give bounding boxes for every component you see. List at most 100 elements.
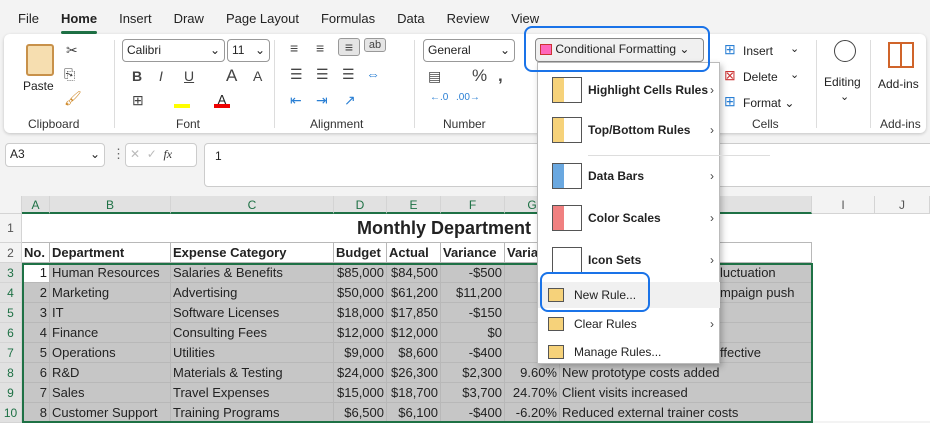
copy-icon[interactable]: ⎘: [64, 66, 75, 83]
table-cell[interactable]: $12,000: [387, 323, 441, 343]
row-header-6[interactable]: 6: [0, 323, 22, 343]
font-name-dropdown[interactable]: Calibri ⌄: [122, 39, 225, 62]
table-cell[interactable]: $26,300: [387, 363, 441, 383]
table-cell[interactable]: Human Resources: [50, 263, 171, 283]
add-ins-button[interactable]: Add-ins: [878, 77, 919, 91]
table-cell[interactable]: Operations: [50, 343, 171, 363]
table-cell[interactable]: -6.20%: [505, 403, 560, 423]
tab-insert[interactable]: Insert: [119, 7, 152, 30]
column-header-E[interactable]: E: [387, 196, 441, 214]
table-cell[interactable]: $9,000: [334, 343, 387, 363]
table-cell[interactable]: 3: [22, 303, 50, 323]
table-cell[interactable]: $18,700: [387, 383, 441, 403]
table-cell[interactable]: 6: [22, 363, 50, 383]
paste-icon[interactable]: [26, 44, 54, 76]
table-cell[interactable]: 4: [22, 323, 50, 343]
wrap-text-icon[interactable]: ab: [364, 38, 386, 52]
header-cell[interactable]: Budget: [334, 243, 387, 263]
table-cell[interactable]: 9.60%: [505, 363, 560, 383]
table-cell[interactable]: 7: [22, 383, 50, 403]
table-cell[interactable]: Reduced external trainer costs: [560, 403, 812, 423]
table-cell[interactable]: Travel Expenses: [171, 383, 334, 403]
insert-function-icon[interactable]: fx: [163, 147, 172, 161]
menu-item-data-bars[interactable]: Data Bars ›: [538, 161, 720, 191]
align-middle-icon[interactable]: ≡: [316, 40, 324, 56]
shrink-font-icon[interactable]: A: [253, 68, 262, 84]
align-bottom-icon[interactable]: ≡: [338, 38, 360, 56]
editing-button[interactable]: Editing: [824, 75, 861, 89]
underline-icon[interactable]: U: [184, 68, 194, 84]
table-cell[interactable]: 1: [22, 263, 50, 283]
table-cell[interactable]: IT: [50, 303, 171, 323]
table-cell[interactable]: Consulting Fees: [171, 323, 334, 343]
align-right-icon[interactable]: ☰: [342, 66, 355, 83]
table-cell[interactable]: Software Licenses: [171, 303, 334, 323]
column-header-J[interactable]: J: [875, 196, 930, 214]
paste-button[interactable]: Paste: [23, 79, 54, 93]
table-cell[interactable]: $0: [441, 323, 505, 343]
column-header-A[interactable]: A: [22, 196, 50, 214]
table-cell[interactable]: $85,000: [334, 263, 387, 283]
row-header-2[interactable]: 2: [0, 243, 22, 263]
decrease-decimal-icon[interactable]: .00→: [456, 92, 480, 103]
tab-page-layout[interactable]: Page Layout: [226, 7, 299, 30]
table-cell[interactable]: $84,500: [387, 263, 441, 283]
table-cell[interactable]: 24.70%: [505, 383, 560, 403]
tab-home[interactable]: Home: [60, 7, 98, 34]
menu-item-top-bottom-rules[interactable]: Top/Bottom Rules ›: [538, 115, 720, 145]
table-cell[interactable]: Finance: [50, 323, 171, 343]
editing-search-icon[interactable]: [834, 40, 856, 62]
increase-decimal-icon[interactable]: ←.0: [430, 92, 448, 103]
table-cell[interactable]: $50,000: [334, 283, 387, 303]
tab-formulas[interactable]: Formulas: [321, 7, 375, 30]
font-color-icon[interactable]: A: [214, 92, 230, 108]
header-cell[interactable]: Expense Category: [171, 243, 334, 263]
tab-review[interactable]: Review: [447, 7, 490, 30]
fill-color-icon[interactable]: [174, 92, 190, 108]
table-cell[interactable]: $18,000: [334, 303, 387, 323]
table-cell[interactable]: Marketing: [50, 283, 171, 303]
font-size-dropdown[interactable]: 11 ⌄: [227, 39, 270, 62]
table-cell[interactable]: $11,200: [441, 283, 505, 303]
table-cell[interactable]: Materials & Testing: [171, 363, 334, 383]
row-header-4[interactable]: 4: [0, 283, 22, 303]
tab-draw[interactable]: Draw: [174, 7, 204, 30]
header-cell[interactable]: Department: [50, 243, 171, 263]
table-cell[interactable]: $12,000: [334, 323, 387, 343]
menu-item-icon-sets[interactable]: Icon Sets ›: [538, 245, 720, 275]
row-header-8[interactable]: 8: [0, 363, 22, 383]
number-format-dropdown[interactable]: General ⌄: [423, 39, 515, 62]
cancel-icon[interactable]: ✕: [130, 147, 140, 161]
cut-icon[interactable]: ✂: [66, 42, 78, 59]
comma-style-icon[interactable]: ,: [498, 66, 503, 86]
table-cell[interactable]: -$400: [441, 343, 505, 363]
table-cell[interactable]: New prototype costs added: [560, 363, 812, 383]
table-cell[interactable]: -$400: [441, 403, 505, 423]
accounting-format-icon[interactable]: ▤: [428, 68, 441, 85]
insert-cells-button[interactable]: Insert: [743, 44, 773, 58]
table-cell[interactable]: $8,600: [387, 343, 441, 363]
row-header-3[interactable]: 3: [0, 263, 22, 283]
table-cell[interactable]: R&D: [50, 363, 171, 383]
delete-cells-icon[interactable]: ⊠: [724, 67, 736, 84]
tab-data[interactable]: Data: [397, 7, 424, 30]
delete-cells-button[interactable]: Delete: [743, 70, 778, 84]
format-painter-icon[interactable]: 🖌: [64, 90, 82, 107]
increase-indent-icon[interactable]: ⇥: [316, 92, 328, 109]
table-cell[interactable]: $17,850: [387, 303, 441, 323]
add-ins-icon[interactable]: [888, 42, 914, 68]
table-cell[interactable]: 5: [22, 343, 50, 363]
insert-cells-icon[interactable]: ⊞: [724, 41, 736, 58]
table-cell[interactable]: 8: [22, 403, 50, 423]
row-header-5[interactable]: 5: [0, 303, 22, 323]
table-cell[interactable]: -$500: [441, 263, 505, 283]
format-cells-icon[interactable]: ⊞: [724, 93, 736, 110]
table-cell[interactable]: $15,000: [334, 383, 387, 403]
table-cell[interactable]: $6,500: [334, 403, 387, 423]
header-cell[interactable]: No.: [22, 243, 50, 263]
row-header-10[interactable]: 10: [0, 403, 22, 423]
row-header-1[interactable]: 1: [0, 214, 22, 243]
menu-item-color-scales[interactable]: Color Scales ›: [538, 203, 720, 233]
name-box[interactable]: A3 ⌄: [5, 143, 105, 167]
table-cell[interactable]: 2: [22, 283, 50, 303]
